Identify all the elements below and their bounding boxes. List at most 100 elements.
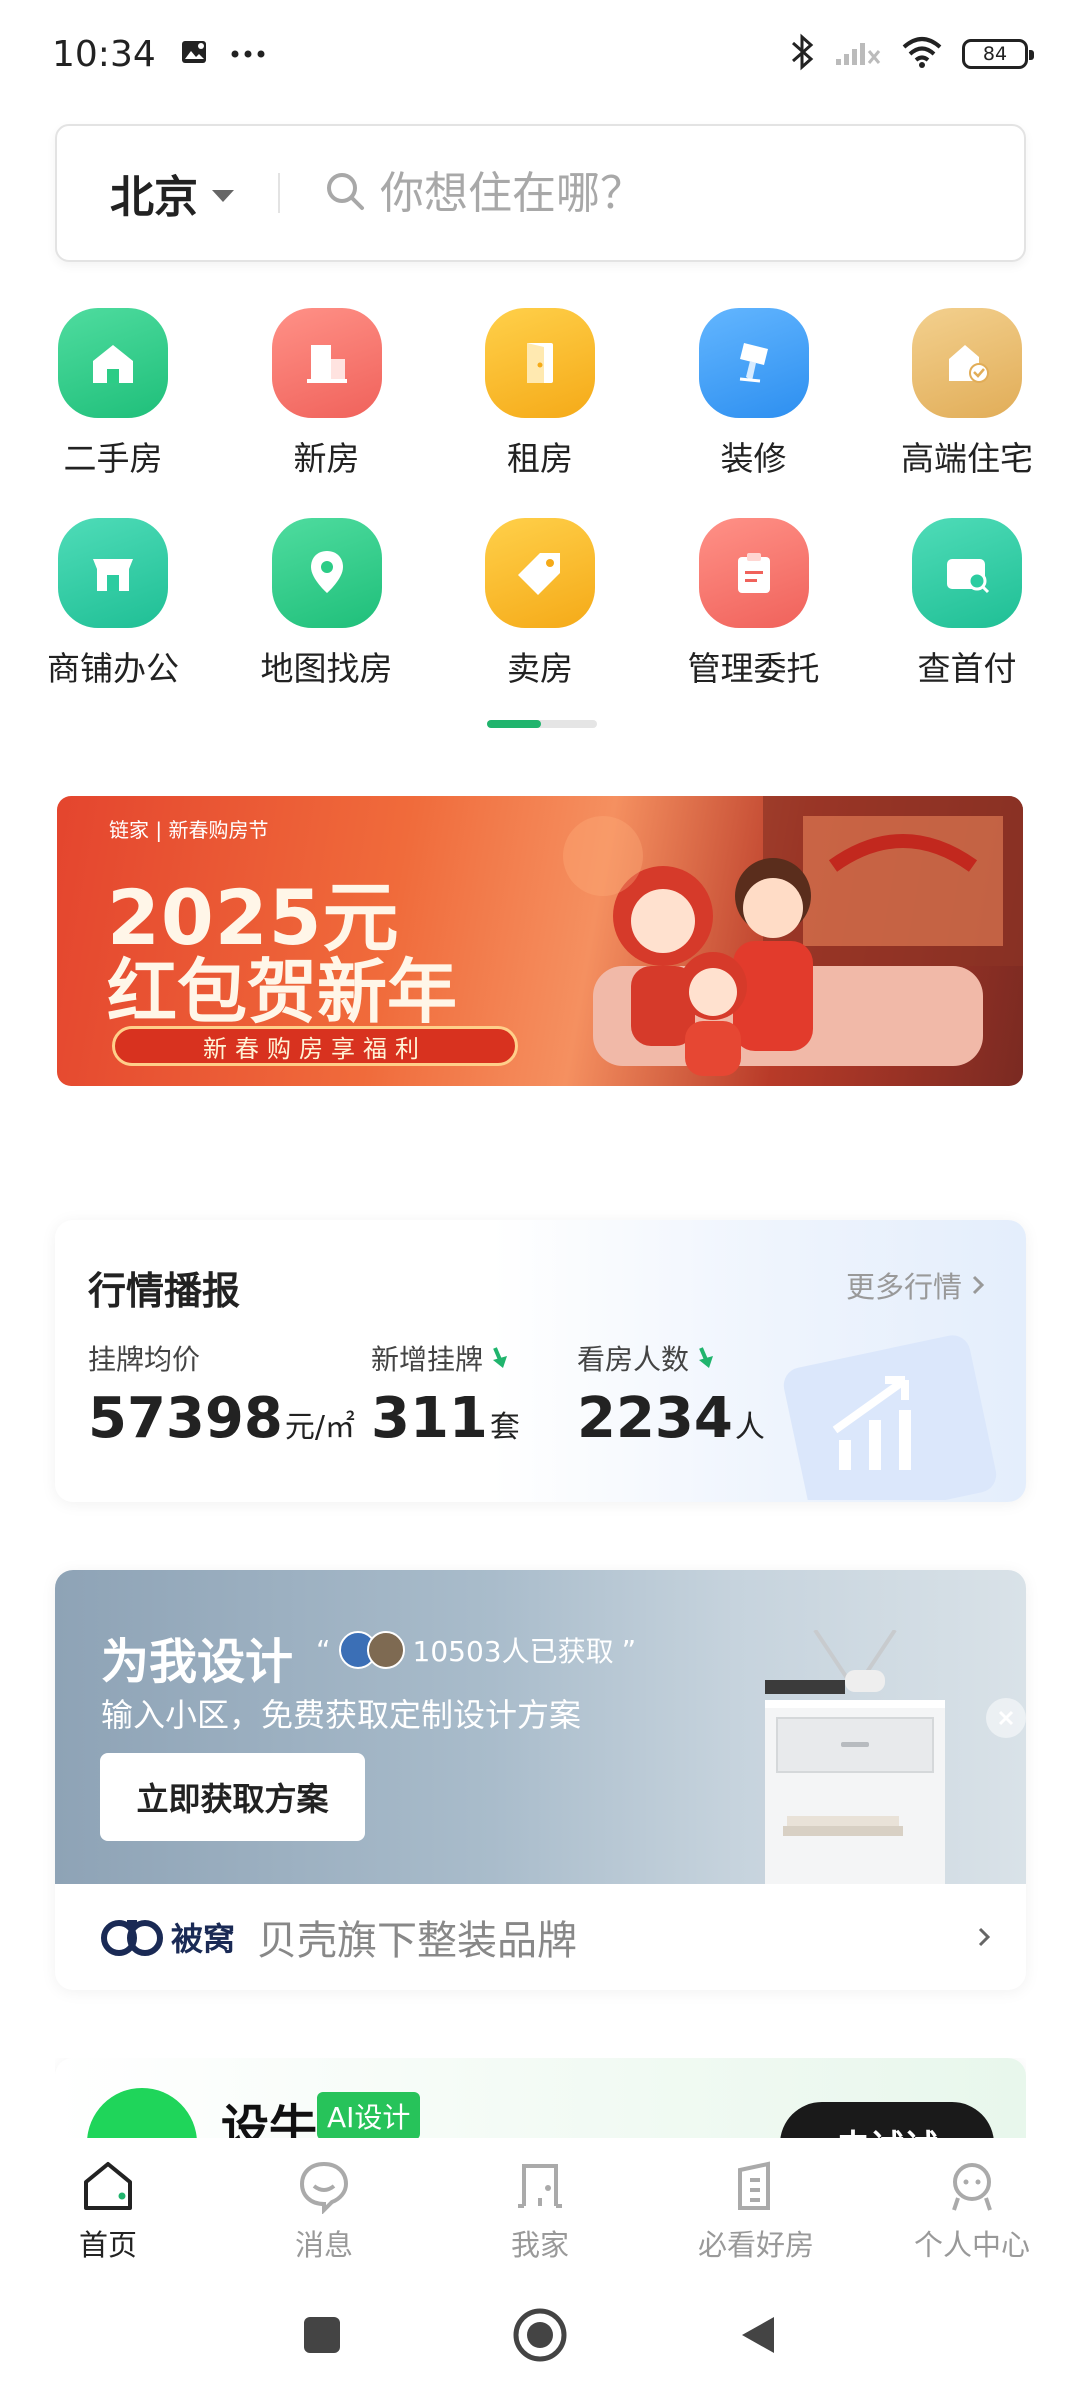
- design-subtitle: 输入小区，免费获取定制设计方案: [101, 1696, 582, 1734]
- stat-unit: 人: [734, 1410, 765, 1445]
- battery-icon: 84: [962, 39, 1034, 69]
- status-time: 10:34: [52, 33, 156, 75]
- city-label: 北京: [110, 172, 198, 223]
- promo-banner[interactable]: 链家 | 新春购房节 2025元 红包贺新年 新春购房享福利: [57, 796, 1023, 1086]
- home-circle-icon[interactable]: [512, 2307, 568, 2363]
- brand-logo: 被窝: [99, 1914, 235, 1960]
- my-home-icon: [518, 2164, 562, 2208]
- stat-unit: 元/㎡: [284, 1410, 355, 1445]
- ai-design-card[interactable]: 设牛 AI设计 去试试: [55, 2058, 1026, 2138]
- message-icon: [299, 2161, 349, 2214]
- clipboard-icon: [698, 518, 809, 628]
- open-quote: “: [316, 1633, 331, 1667]
- back-icon[interactable]: [738, 2313, 778, 2357]
- image-icon: [180, 37, 210, 71]
- wallet-search-icon: [912, 518, 1022, 628]
- tab-label: 个人中心: [913, 2228, 1030, 2262]
- market-report-card[interactable]: 行情播报 更多行情 挂牌均价 57398元/㎡ 新增挂牌 311套 看房人数 2…: [55, 1220, 1026, 1502]
- category-label: 新房: [293, 439, 360, 478]
- signal-icon: [834, 37, 882, 71]
- banner-subtitle: 红包贺新年: [107, 951, 457, 1033]
- get-plan-button[interactable]: 立即获取方案: [100, 1753, 365, 1841]
- design-promo-card: 为我设计 “ 10503人已获取 ” 输入小区，免费获取定制设计方案 立即获取方…: [55, 1570, 1026, 1990]
- tab-home[interactable]: 首页: [18, 2158, 198, 2264]
- brand-row[interactable]: 被窝 贝壳旗下整装品牌: [55, 1884, 1026, 1990]
- tab-label: 首页: [78, 2228, 137, 2262]
- featured-house-icon: [738, 2161, 770, 2210]
- bottom-tab-bar: 首页 消息 我家 必看好房 个人中心: [0, 2138, 1080, 2270]
- stat-value: 2234: [577, 1386, 733, 1451]
- trend-down-icon: [493, 1347, 508, 1368]
- stat-label: 看房人数: [577, 1343, 690, 1376]
- brand-description: 贝壳旗下整装品牌: [257, 1918, 578, 1964]
- family-illustration: [563, 796, 1023, 1076]
- nightstand-image: [765, 1630, 945, 1884]
- tab-label: 必看好房: [697, 2228, 814, 2262]
- category-rent[interactable]: 租房: [465, 308, 615, 518]
- brand-logo-icon: [101, 1920, 163, 1956]
- profile-icon: [952, 2163, 992, 2211]
- category-decoration[interactable]: 装修: [679, 308, 829, 518]
- brand-name: 被窝: [171, 1920, 236, 1958]
- door-icon: [485, 308, 595, 418]
- category-label: 高端住宅: [901, 439, 1033, 478]
- stat-viewers: 看房人数 2234人: [577, 1338, 765, 1451]
- category-sell[interactable]: 卖房: [465, 518, 615, 728]
- more-market-label: 更多行情: [845, 1270, 962, 1304]
- tag-icon: [485, 518, 595, 628]
- avatar: [366, 1631, 405, 1669]
- design-count-text: 10503人已获取: [412, 1635, 614, 1668]
- house-icon: [58, 308, 168, 418]
- category-map-search[interactable]: 地图找房: [252, 518, 402, 728]
- design-promo-banner[interactable]: 为我设计 “ 10503人已获取 ” 输入小区，免费获取定制设计方案 立即获取方…: [55, 1570, 1026, 1884]
- chart-decoration-icon: [783, 1335, 997, 1500]
- stat-average-price: 挂牌均价 57398元/㎡: [88, 1338, 355, 1451]
- market-title: 行情播报: [88, 1269, 241, 1313]
- chevron-right-icon: [972, 1275, 985, 1295]
- category-entrust[interactable]: 管理委托: [679, 518, 829, 728]
- tab-label: 消息: [294, 2228, 353, 2262]
- stat-value: 311: [371, 1386, 488, 1451]
- tab-messages[interactable]: 消息: [234, 2158, 414, 2264]
- category-label: 装修: [720, 439, 787, 478]
- design-count: “ 10503人已获取 ”: [316, 1630, 636, 1670]
- more-market-link[interactable]: 更多行情: [846, 1264, 986, 1306]
- category-new-house[interactable]: 新房: [252, 308, 402, 518]
- grid-page-indicator: [487, 720, 597, 728]
- tab-my-home[interactable]: 我家: [450, 2158, 630, 2264]
- luxury-house-icon: [912, 308, 1022, 418]
- search-icon: [324, 170, 366, 216]
- category-luxury[interactable]: 高端住宅: [892, 308, 1042, 518]
- brush-icon: [698, 308, 809, 418]
- category-label: 管理委托: [687, 649, 820, 688]
- ai-logo-icon: [87, 2088, 197, 2138]
- category-label: 卖房: [507, 649, 573, 688]
- close-icon[interactable]: [986, 1698, 1026, 1738]
- stat-unit: 套: [489, 1410, 520, 1445]
- map-pin-icon: [271, 518, 382, 628]
- category-down-payment[interactable]: 查首付: [892, 518, 1042, 728]
- category-label: 地图找房: [260, 649, 393, 688]
- search-divider: [278, 173, 280, 213]
- design-title: 为我设计: [101, 1634, 294, 1690]
- category-grid: 二手房 新房 租房 装修 高端住宅 商铺办公 地图找房 卖房 管理委托 查首付: [0, 308, 1080, 728]
- stat-label: 挂牌均价: [88, 1343, 201, 1376]
- try-button[interactable]: 去试试: [780, 2102, 994, 2138]
- system-navigation: [0, 2270, 1080, 2400]
- category-label: 二手房: [63, 439, 163, 478]
- category-shop-office[interactable]: 商铺办公: [38, 518, 188, 728]
- chevron-down-icon: [212, 190, 234, 202]
- ai-badge: AI设计: [317, 2092, 421, 2138]
- search-input[interactable]: [380, 167, 880, 219]
- recent-apps-icon[interactable]: [302, 2315, 342, 2355]
- category-second-hand[interactable]: 二手房: [38, 308, 188, 518]
- stat-new-listings: 新增挂牌 311套: [371, 1338, 520, 1451]
- status-bar: 10:34 84: [0, 0, 1080, 108]
- city-selector[interactable]: 北京: [110, 161, 234, 225]
- tab-profile[interactable]: 个人中心: [882, 2158, 1062, 2264]
- banner-brand: 链家 | 新春购房节: [109, 818, 269, 842]
- search-bar: 北京: [55, 124, 1026, 262]
- ai-name: 设牛: [221, 2100, 318, 2138]
- tab-featured-houses[interactable]: 必看好房: [666, 2158, 846, 2264]
- stat-label: 新增挂牌: [371, 1343, 484, 1376]
